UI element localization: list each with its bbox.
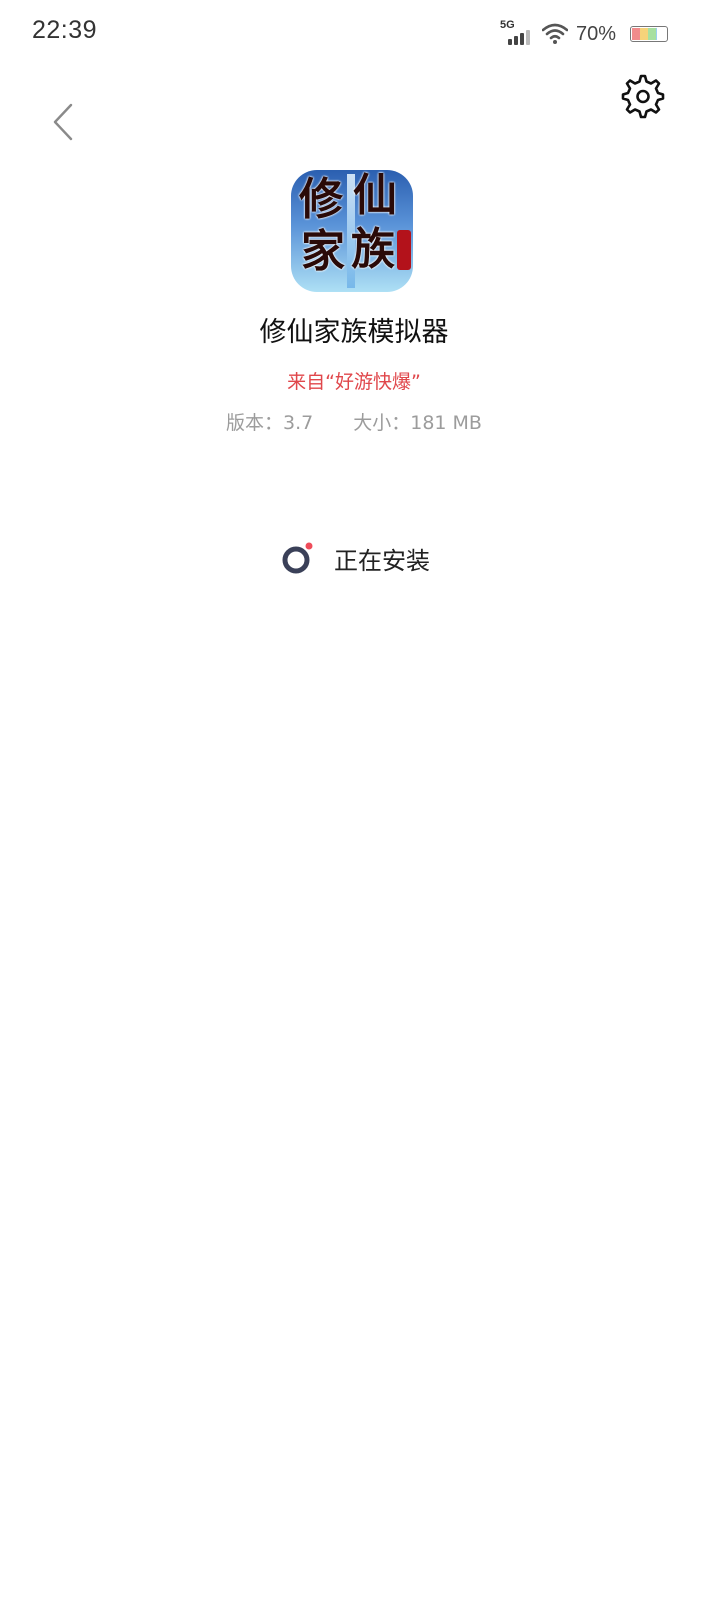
app-icon: 修 仙 家 族 <box>291 170 413 292</box>
status-icons: 5G 70% <box>500 19 668 48</box>
app-meta: 版本：3.7 大小：181 MB <box>0 408 714 435</box>
wifi-icon <box>541 23 568 44</box>
back-button[interactable] <box>44 98 84 146</box>
install-status-label: 正在安装 <box>334 546 430 575</box>
chevron-left-icon <box>53 103 73 141</box>
app-icon-glyph: 修 <box>299 174 343 225</box>
app-icon-glyph: 家 <box>301 226 345 277</box>
loading-spinner-icon <box>282 542 313 574</box>
app-icon-tag <box>397 230 411 270</box>
app-source: 来自“好游快爆” <box>287 371 421 393</box>
settings-button[interactable] <box>620 74 666 120</box>
status-bar: 22:39 5G 70% <box>0 0 720 68</box>
battery-percent: 70% <box>575 22 616 45</box>
app-name: 修仙家族模拟器 <box>259 317 449 348</box>
cellular-signal-icon: 5G <box>500 19 532 47</box>
install-status: 正在安装 <box>280 536 430 580</box>
app-icon-glyph: 族 <box>351 224 395 275</box>
gear-icon <box>621 74 665 119</box>
app-version: 版本：3.7 <box>226 412 314 434</box>
battery-icon <box>630 26 668 42</box>
app-icon-glyph: 仙 <box>353 170 397 221</box>
status-time: 22:39 <box>32 16 98 44</box>
app-size: 大小：181 MB <box>353 412 482 434</box>
